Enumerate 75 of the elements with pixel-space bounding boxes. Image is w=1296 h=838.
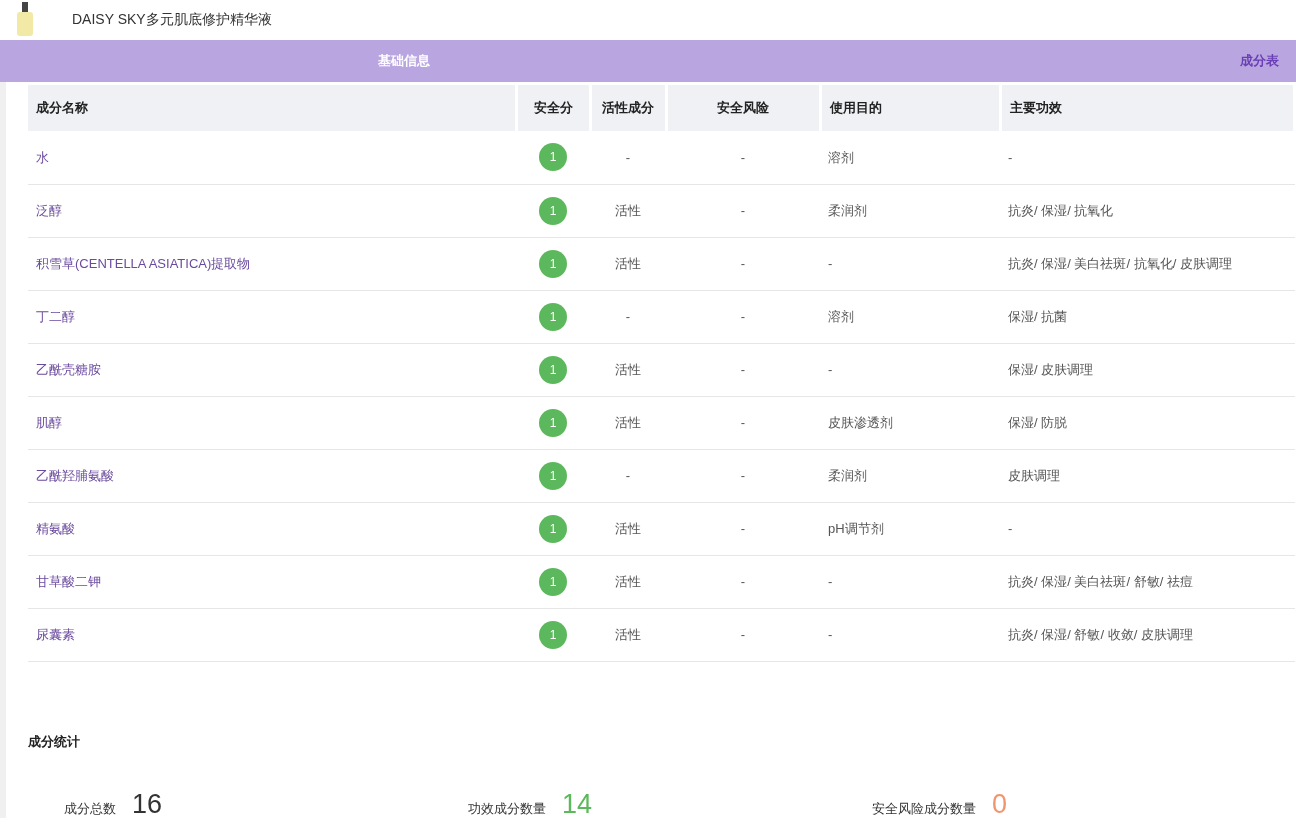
- safety-score-badge: 1: [539, 196, 567, 225]
- section-title: 成分统计: [28, 732, 81, 751]
- stat-value: 16: [132, 791, 163, 818]
- table-cell: pH调节剂: [820, 502, 1000, 555]
- stat-value: 14: [562, 791, 593, 818]
- table-cell: 柔润剂: [820, 184, 1000, 237]
- ingredient-link[interactable]: 乙酰壳糖胺: [28, 343, 516, 396]
- ingredient-link[interactable]: 肌醇: [28, 396, 516, 449]
- safety-score-badge: 1: [539, 620, 567, 649]
- column-header: 安全风险: [666, 85, 820, 131]
- table-cell: -: [1000, 502, 1295, 555]
- table-cell: 活性: [590, 396, 666, 449]
- table-cell: 活性: [590, 343, 666, 396]
- column-header: 成分名称: [28, 85, 516, 131]
- stat-label: 成分总数: [64, 799, 116, 818]
- safety-score-badge: 1: [539, 143, 567, 172]
- table-cell: 抗炎/ 保湿/ 舒敏/ 收敛/ 皮肤调理: [1000, 608, 1295, 661]
- table-cell: -: [666, 555, 820, 608]
- table-cell: 皮肤调理: [1000, 449, 1295, 502]
- table-cell: 活性: [590, 184, 666, 237]
- ingredient-link[interactable]: 水: [28, 131, 516, 184]
- table-cell: 保湿/ 防脱: [1000, 396, 1295, 449]
- ingredient-link[interactable]: 丁二醇: [28, 290, 516, 343]
- safety-score-badge: 1: [539, 302, 567, 331]
- table-cell: -: [820, 608, 1000, 661]
- column-header: 主要功效: [1000, 85, 1295, 131]
- product-title: DAISY SKY多元肌底修护精华液: [72, 9, 272, 29]
- table-cell: -: [1000, 131, 1295, 184]
- table-cell: -: [666, 449, 820, 502]
- safety-score-badge: 1: [539, 249, 567, 278]
- table-cell: 柔润剂: [820, 449, 1000, 502]
- table-cell: 皮肤渗透剂: [820, 396, 1000, 449]
- table-cell: -: [666, 502, 820, 555]
- safety-score-badge: 1: [539, 408, 567, 437]
- product-photo-placeholder: [14, 2, 36, 36]
- table-cell: -: [666, 343, 820, 396]
- ingredient-link[interactable]: 泛醇: [28, 184, 516, 237]
- table-cell: 溶剂: [820, 290, 1000, 343]
- ingredient-link[interactable]: 甘草酸二钾: [28, 555, 516, 608]
- table-cell: 活性: [590, 608, 666, 661]
- table-cell: -: [820, 555, 1000, 608]
- table-cell: -: [820, 237, 1000, 290]
- ingredient-link[interactable]: 乙酰羟脯氨酸: [28, 449, 516, 502]
- ingredient-link[interactable]: 尿囊素: [28, 608, 516, 661]
- table-cell: 活性: [590, 502, 666, 555]
- table-cell: -: [666, 237, 820, 290]
- table-cell: 溶剂: [820, 131, 1000, 184]
- table-cell: -: [820, 343, 1000, 396]
- safety-score-badge: 1: [539, 567, 567, 596]
- table-cell: -: [590, 131, 666, 184]
- safety-score-badge: 1: [539, 461, 567, 490]
- column-header: 活性成分: [590, 85, 666, 131]
- ingredient-link[interactable]: 精氨酸: [28, 502, 516, 555]
- table-cell: -: [590, 449, 666, 502]
- table-cell: -: [666, 396, 820, 449]
- safety-score-badge: 1: [539, 355, 567, 384]
- column-header: 使用目的: [820, 85, 1000, 131]
- table-cell: 抗炎/ 保湿/ 抗氧化: [1000, 184, 1295, 237]
- table-cell: 抗炎/ 保湿/ 美白祛斑/ 抗氧化/ 皮肤调理: [1000, 237, 1295, 290]
- table-cell: 活性: [590, 237, 666, 290]
- safety-score-badge: 1: [539, 514, 567, 543]
- table-cell: -: [666, 290, 820, 343]
- table-cell: 保湿/ 皮肤调理: [1000, 343, 1295, 396]
- table-cell: -: [666, 131, 820, 184]
- stat-label: 安全风险成分数量: [872, 799, 976, 818]
- stat-label: 功效成分数量: [468, 799, 546, 818]
- table-cell: 活性: [590, 555, 666, 608]
- table-cell: -: [590, 290, 666, 343]
- column-header: 安全分: [516, 85, 590, 131]
- table-cell: 抗炎/ 保湿/ 美白祛斑/ 舒敏/ 祛痘: [1000, 555, 1295, 608]
- table-cell: -: [666, 608, 820, 661]
- table-cell: -: [666, 184, 820, 237]
- ingredient-link[interactable]: 积雪草(CENTELLA ASIATICA)提取物: [28, 237, 516, 290]
- stat-value: 0: [992, 791, 1008, 818]
- table-cell: 保湿/ 抗菌: [1000, 290, 1295, 343]
